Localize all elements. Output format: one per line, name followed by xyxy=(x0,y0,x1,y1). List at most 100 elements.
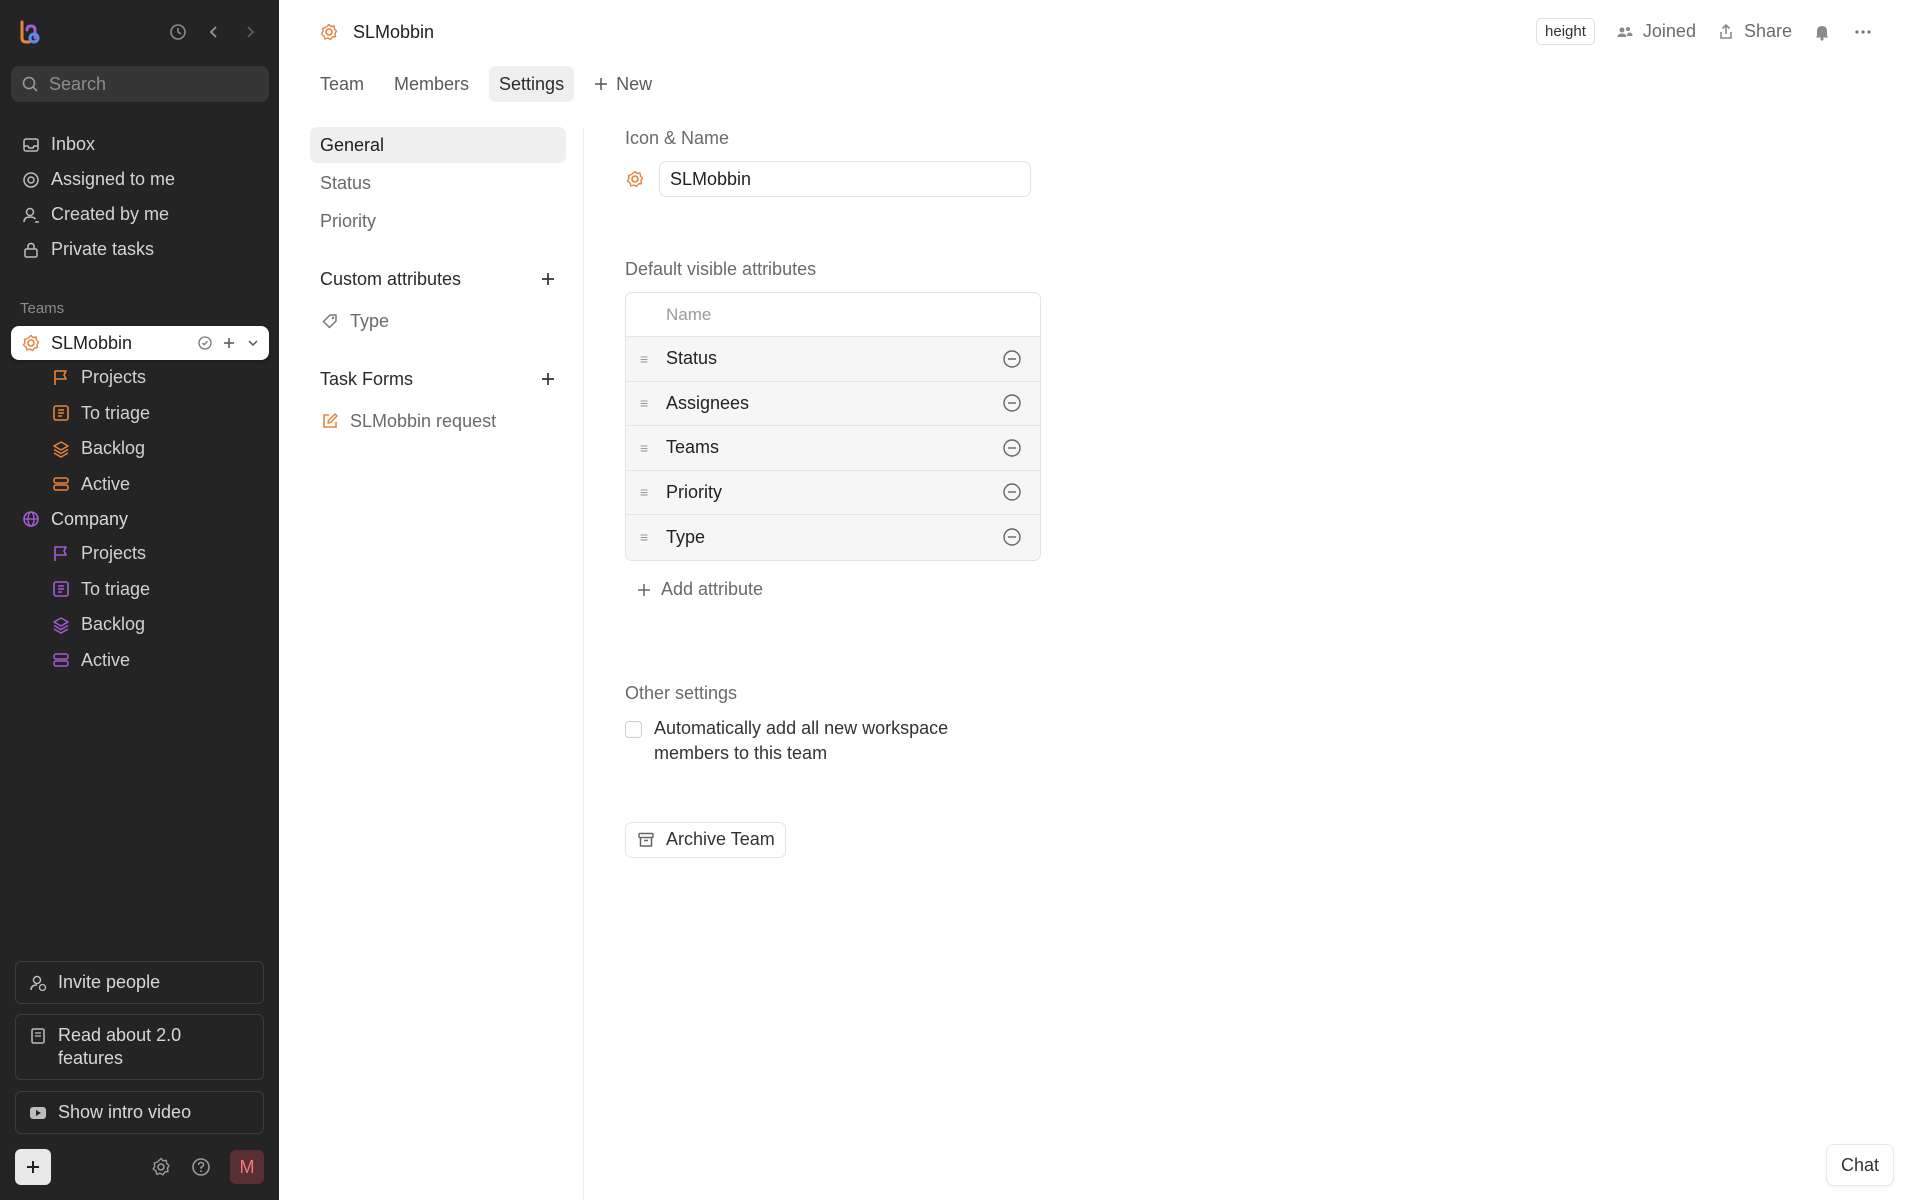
task-form-slmobbin-request[interactable]: SLMobbin request xyxy=(310,403,566,439)
remove-circle-icon[interactable] xyxy=(1002,438,1022,458)
table-row[interactable]: ≡ Status xyxy=(626,337,1040,382)
team-company-to-triage[interactable]: To triage xyxy=(11,572,269,608)
team-tabs: Team Members Settings New xyxy=(310,66,662,102)
archive-team-label: Archive Team xyxy=(666,829,775,849)
triage-icon xyxy=(53,581,69,598)
team-slmobbin-projects[interactable]: Projects xyxy=(11,360,269,396)
flag-icon xyxy=(54,545,67,561)
share-button[interactable]: Share xyxy=(1716,21,1792,42)
workspace-badge[interactable]: height xyxy=(1536,18,1595,45)
search-box[interactable] xyxy=(11,66,269,102)
add-icon[interactable] xyxy=(221,335,237,351)
intro-video-card[interactable]: Show intro video xyxy=(15,1091,264,1134)
tab-settings[interactable]: Settings xyxy=(489,66,575,102)
plus-icon xyxy=(595,78,608,90)
task-form-label: SLMobbin request xyxy=(350,410,497,431)
settings-general-panel: Icon & Name SLMobbin Default visible att… xyxy=(625,128,1045,858)
team-slmobbin[interactable]: SLMobbin xyxy=(11,326,269,360)
add-task-form-icon[interactable] xyxy=(540,371,556,387)
team-company-active[interactable]: Active xyxy=(11,643,269,679)
drag-handle-icon[interactable]: ≡ xyxy=(640,484,666,500)
remove-circle-icon[interactable] xyxy=(1002,482,1022,502)
app-logo-icon[interactable] xyxy=(16,18,44,46)
search-input[interactable] xyxy=(49,73,249,95)
add-attribute-label: Add attribute xyxy=(661,579,764,599)
settings-nav-general[interactable]: General xyxy=(310,127,566,163)
tab-team[interactable]: Team xyxy=(310,66,374,102)
search-icon xyxy=(22,76,38,92)
archive-team-button[interactable]: Archive Team xyxy=(625,821,786,858)
read-about-card[interactable]: Read about 2.0 features xyxy=(15,1014,264,1080)
share-icon xyxy=(1720,23,1732,39)
check-circle-icon[interactable] xyxy=(197,335,213,351)
team-gear-icon xyxy=(320,23,338,41)
attributes-table-header: Name xyxy=(626,293,1040,337)
help-icon[interactable] xyxy=(190,1156,212,1178)
table-row[interactable]: ≡ Teams xyxy=(626,426,1040,471)
team-icon-picker[interactable] xyxy=(625,169,645,189)
sidebar-item-assigned-to-me[interactable]: Assigned to me xyxy=(11,162,269,197)
list-item: To triage xyxy=(81,578,151,599)
remove-circle-icon[interactable] xyxy=(1002,527,1022,547)
people-icon xyxy=(1617,26,1633,37)
layers-icon xyxy=(53,441,69,458)
custom-attributes-title: Custom attributes xyxy=(320,268,462,289)
table-row[interactable]: ≡ Type xyxy=(626,515,1040,560)
drag-handle-icon[interactable]: ≡ xyxy=(640,351,666,367)
drag-handle-icon[interactable]: ≡ xyxy=(640,395,666,411)
table-row[interactable]: ≡ Assignees xyxy=(626,381,1040,426)
stack-icon xyxy=(53,477,69,491)
auto-add-members-checkbox[interactable] xyxy=(625,720,642,738)
globe-icon xyxy=(23,511,39,527)
team-name-input[interactable]: SLMobbin xyxy=(659,161,1031,197)
lock-icon xyxy=(24,242,38,258)
avatar[interactable]: M xyxy=(230,1150,264,1184)
more-options-icon[interactable] xyxy=(1852,22,1874,42)
settings-nav-status[interactable]: Status xyxy=(310,165,566,201)
team-slmobbin-backlog[interactable]: Backlog xyxy=(11,431,269,467)
tab-new[interactable]: New xyxy=(584,66,662,102)
add-custom-attribute-icon[interactable] xyxy=(540,271,556,287)
history-icon[interactable] xyxy=(165,19,191,45)
team-company-projects[interactable]: Projects xyxy=(11,536,269,572)
target-icon xyxy=(23,171,39,188)
team-slmobbin-to-triage[interactable]: To triage xyxy=(11,396,269,432)
remove-circle-icon[interactable] xyxy=(1002,393,1022,413)
settings-gear-icon[interactable] xyxy=(150,1156,172,1178)
table-row[interactable]: ≡ Priority xyxy=(626,470,1040,515)
list-item: Active xyxy=(81,649,131,670)
team-company-backlog[interactable]: Backlog xyxy=(11,607,269,643)
chat-button[interactable]: Chat xyxy=(1825,1144,1894,1186)
sidebar-footer: M xyxy=(15,1149,264,1185)
sidebar-item-inbox[interactable]: Inbox xyxy=(11,127,269,162)
custom-attribute-type[interactable]: Type xyxy=(310,303,566,339)
create-button[interactable] xyxy=(15,1149,51,1185)
team-company[interactable]: Company xyxy=(11,502,269,536)
default-visible-attributes-label: Default visible attributes xyxy=(625,259,817,279)
team-slmobbin-active[interactable]: Active xyxy=(11,467,269,503)
forward-arrow-icon[interactable] xyxy=(237,19,263,45)
drag-handle-icon[interactable]: ≡ xyxy=(640,440,666,456)
sidebar-item-label: Private tasks xyxy=(51,239,155,259)
invite-people-card[interactable]: Invite people xyxy=(15,961,264,1004)
add-attribute-button[interactable]: Add attribute xyxy=(625,575,1045,605)
archive-icon xyxy=(638,832,654,847)
read-about-label: Read about 2.0 features xyxy=(58,1025,182,1068)
back-arrow-icon[interactable] xyxy=(201,19,227,45)
drag-handle-icon[interactable]: ≡ xyxy=(640,529,666,545)
gear-team-icon xyxy=(22,334,40,352)
video-icon xyxy=(30,1106,46,1119)
tab-members[interactable]: Members xyxy=(384,66,479,102)
chevron-down-icon[interactable] xyxy=(245,335,261,351)
sidebar-item-created-by-me[interactable]: Created by me xyxy=(11,197,269,232)
joined-button[interactable]: Joined xyxy=(1615,21,1696,42)
icon-name-row: SLMobbin xyxy=(625,161,1045,197)
sidebar-top-bar xyxy=(16,16,263,48)
auto-add-members-option: Automatically add all new workspace memb… xyxy=(625,716,1045,766)
layers-icon xyxy=(53,617,69,634)
bell-icon[interactable] xyxy=(1812,22,1832,42)
settings-nav-priority[interactable]: Priority xyxy=(310,203,566,239)
remove-circle-icon[interactable] xyxy=(1002,349,1022,369)
sidebar-item-private-tasks[interactable]: Private tasks xyxy=(11,232,269,267)
teams-heading: Teams xyxy=(20,300,65,317)
